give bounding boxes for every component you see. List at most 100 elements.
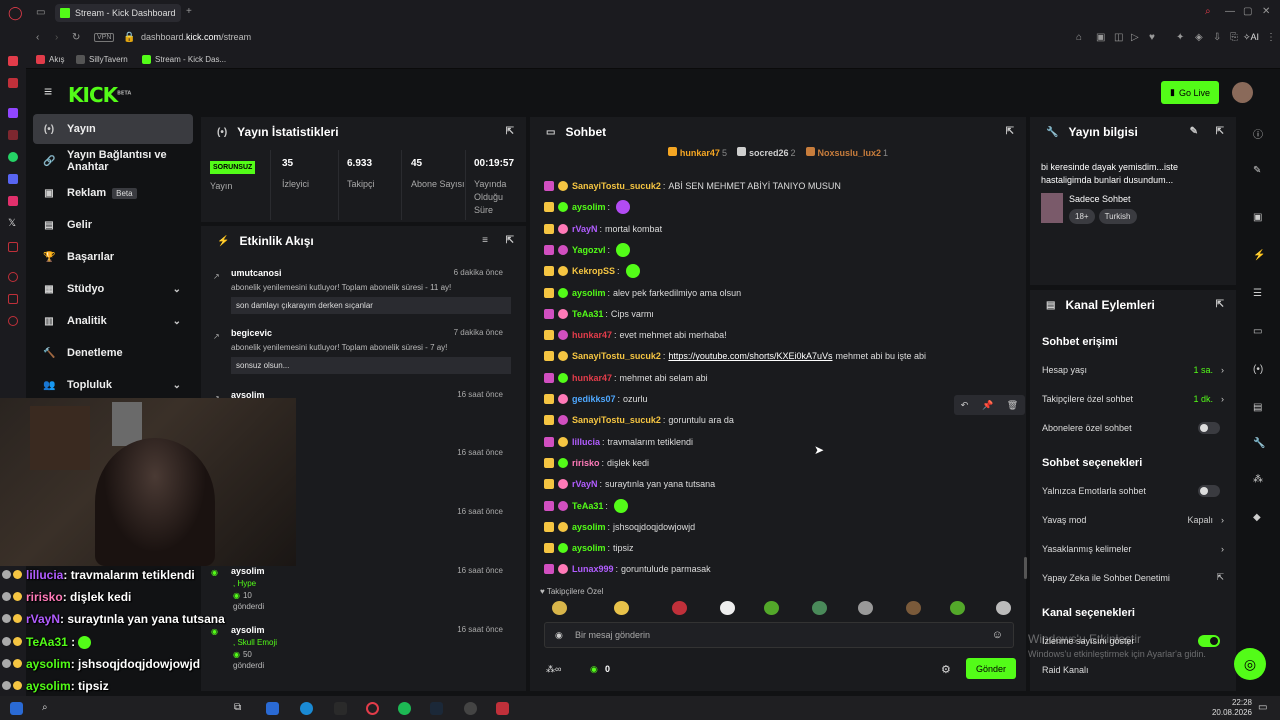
chat-message[interactable]: aysolim: jshsoqjdoqjdowjowjd (544, 519, 695, 535)
search-taskbar-icon[interactable]: ⌕ (42, 702, 55, 715)
action-row-value[interactable]: 1 dk. › (1193, 394, 1224, 404)
chat-username[interactable]: gedikks07 (572, 394, 616, 404)
explorer-icon[interactable] (266, 702, 279, 715)
emote-icon[interactable] (906, 601, 921, 615)
toggle-switch[interactable] (1198, 635, 1220, 647)
chat-message[interactable]: lillucia: travmalarım tetiklendi (544, 434, 693, 450)
chat-message[interactable]: aysolim: (544, 199, 631, 215)
chat-message[interactable]: SanayiTostu_sucuk2: ABİ SEN MEHMET ABİYİ … (544, 178, 841, 194)
puzzle-icon[interactable]: ✦ (1176, 32, 1184, 43)
chevron-down-icon[interactable]: ⌄ (173, 380, 181, 391)
channel-points-icon[interactable]: ⁂∞ (546, 664, 561, 675)
notification-icon[interactable]: ▭ (1258, 702, 1271, 715)
reload-icon[interactable]: ↻ (72, 32, 80, 43)
bookmark-add-icon[interactable]: ⌂ (1076, 32, 1082, 43)
vpn-badge[interactable]: VPN (94, 33, 115, 42)
chat-username[interactable]: TeAa31 (572, 501, 603, 511)
shield-icon[interactable]: ◆ (1253, 512, 1265, 524)
chat-username[interactable]: Yagozvl (572, 245, 606, 255)
emote-icon[interactable] (996, 601, 1011, 615)
external-link-icon[interactable]: ⇱ (1216, 572, 1224, 583)
popout-icon[interactable]: ⇱ (1216, 126, 1224, 137)
tab-kick-dashboard[interactable]: Stream - Kick Dashboard (55, 4, 181, 22)
search-icon[interactable]: ⌕ (1205, 6, 1211, 17)
instagram-icon[interactable] (8, 196, 18, 206)
emoji-icon[interactable]: ☺ (992, 629, 1003, 641)
chat-message[interactable]: hunkar47: evet mehmet abi merhaba! (544, 327, 727, 343)
popout-icon[interactable]: ⇱ (1216, 299, 1224, 310)
chat-username[interactable]: SanayiTostu_sucuk2 (572, 415, 661, 425)
top-gifter[interactable]: Noxsuslu_lux2 1 (805, 147, 888, 163)
ai-button[interactable]: ✧AI (1243, 32, 1259, 43)
url-field[interactable]: dashboard.kick.com/stream (141, 32, 251, 42)
nav-item-7[interactable]: 🔨 Denetleme (33, 338, 193, 368)
download-icon[interactable]: ⇩ (1213, 32, 1221, 43)
settings-icon[interactable] (8, 316, 18, 326)
action-row-label[interactable]: Hesap yaşı (1042, 365, 1087, 375)
tag-chip[interactable]: 18+ (1069, 209, 1095, 224)
send-button[interactable]: Gönder (966, 658, 1016, 679)
nav-item-3[interactable]: ▤ Gelir (33, 210, 193, 240)
toggle-switch[interactable] (1198, 422, 1220, 434)
info-icon[interactable]: ⓘ (1253, 126, 1265, 141)
chat-username[interactable]: SanayiTostu_sucuk2 (572, 351, 661, 361)
chat-message[interactable]: TeAa31: (544, 498, 628, 514)
steam-icon[interactable] (430, 702, 443, 715)
x-icon[interactable]: 𝕏 (8, 218, 18, 229)
bookmark-sillytavern[interactable]: SillyTavern (76, 55, 128, 64)
menu-icon[interactable]: ⋮ (1266, 32, 1276, 43)
whatsapp-icon[interactable] (8, 152, 18, 162)
chat-username[interactable]: rVayN (572, 479, 598, 489)
support-chat-button[interactable]: ◎ (1234, 648, 1266, 680)
chat-message[interactable]: ririsko: dişlek kedi (544, 455, 649, 471)
popout-icon[interactable]: ⇱ (1006, 126, 1014, 137)
recorder-icon[interactable] (496, 702, 509, 715)
discord-icon[interactable] (8, 174, 18, 184)
action-row-label[interactable]: Takipçilere özel sohbet (1042, 394, 1133, 404)
task-view-icon[interactable]: ⧉ (234, 702, 247, 715)
system-clock[interactable]: 22:28 20.08.2026 (1212, 698, 1252, 718)
chat-username[interactable]: KekropSS (572, 266, 615, 276)
opera-ai-icon[interactable] (8, 56, 18, 66)
action-row-label[interactable]: Yapay Zeka ile Sohbet Denetimi (1042, 573, 1170, 583)
chat-message[interactable]: SanayiTostu_sucuk2: https://youtube.com/s… (544, 348, 926, 364)
action-row-label[interactable]: Abonelere özel sohbet (1042, 423, 1132, 433)
pencil-icon[interactable]: ✎ (1253, 165, 1265, 177)
twitch-icon[interactable] (8, 108, 18, 118)
action-row-label[interactable]: Yavaş mod (1042, 515, 1086, 525)
popout-icon[interactable]: ⇱ (506, 235, 514, 246)
tag-chip[interactable]: Turkish (1098, 209, 1137, 224)
back-icon[interactable]: ‹ (36, 32, 39, 43)
chat-username[interactable]: lillucia (572, 437, 600, 447)
toggle-switch[interactable] (1198, 485, 1220, 497)
bookmark-kick[interactable]: Stream - Kick Das... (142, 55, 226, 64)
chat-username[interactable]: aysolim (572, 202, 606, 212)
chat-message[interactable]: aysolim: alev pek farkedilmiyo ama olsun (544, 285, 741, 301)
emote-icon[interactable] (812, 601, 827, 615)
maximize-icon[interactable]: ▢ (1243, 6, 1252, 17)
nav-item-5[interactable]: ▦ Stüdyo ⌄ (33, 274, 193, 304)
chat-message[interactable]: aysolim: tipsiz (544, 540, 634, 556)
kick-logo[interactable]: KICKBETA (68, 83, 131, 107)
actions-icon[interactable]: ▤ (1253, 402, 1265, 414)
opera-flow-icon[interactable] (8, 78, 18, 88)
chat-username[interactable]: aysolim (572, 543, 606, 553)
chat-username[interactable]: hunkar47 (572, 373, 612, 383)
obs-icon[interactable] (464, 702, 477, 715)
share-icon[interactable]: ⎘ (1230, 32, 1238, 43)
extension-icon[interactable]: ◫ (1114, 32, 1123, 43)
emote-icon[interactable] (858, 601, 873, 615)
chat-username[interactable]: aysolim (572, 522, 606, 532)
nav-item-0[interactable]: (•) Yayın (33, 114, 193, 144)
opera-taskbar-icon[interactable] (366, 702, 379, 715)
minimize-icon[interactable]: — (1225, 6, 1235, 17)
emote-icon[interactable] (552, 601, 567, 615)
player-icon[interactable]: ▷ (1131, 32, 1139, 43)
filter-icon[interactable]: ≡ (482, 235, 488, 246)
broadcast-icon[interactable]: (•) (1253, 364, 1265, 376)
wrench-icon[interactable]: 🔧 (1253, 438, 1265, 450)
reply-icon[interactable]: ↶ (961, 400, 969, 411)
emote-icon[interactable] (720, 601, 735, 615)
chat-username[interactable]: hunkar47 (572, 330, 612, 340)
chat-message[interactable]: KekropSS: (544, 263, 640, 279)
